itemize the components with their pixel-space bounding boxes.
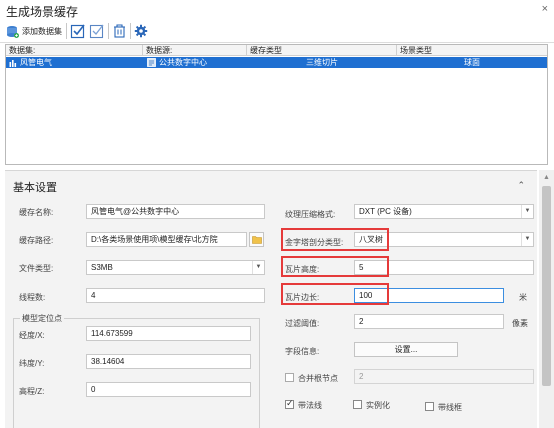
with-normal-checkbox[interactable] [285,398,294,409]
table-header: 数据集: 数据源: 缓存类型 场景类型 [6,45,547,56]
file-type-select[interactable]: S3MB ▼ [86,260,265,275]
panel-scrollbar[interactable]: ▲ [539,170,554,428]
cache-path-label: 缓存路径: [19,236,54,245]
thread-count-input[interactable]: 4 [86,288,265,303]
trash-icon [114,24,125,38]
tile-height-input[interactable]: 5 [354,260,534,275]
column-header-dataset[interactable]: 数据集: [6,45,143,56]
folder-icon [251,236,262,244]
toolbar: 添加数据集 [0,19,554,43]
latitude-label: 纬度/Y: [19,359,45,368]
window-title: 生成场景缓存 [6,5,79,19]
instancing-label: 实例化 [366,401,390,410]
close-button[interactable]: × [542,3,548,15]
column-header-datasource[interactable]: 数据源: [143,45,247,56]
with-normal-label: 带法线 [298,401,322,410]
longitude-input[interactable]: 114.673599 [86,326,251,341]
cache-name-input[interactable]: 风管电气@公共数字中心 [86,204,265,219]
scroll-up-icon[interactable]: ▲ [543,174,550,181]
scroll-thumb[interactable] [542,186,551,386]
select-all-button[interactable] [70,22,86,40]
model-dataset-icon [9,59,17,67]
texture-compression-label: 纹理压缩格式: [285,210,336,219]
check-invert-icon [89,24,104,39]
filter-threshold-input[interactable]: 2 [354,314,504,329]
collapse-icon[interactable]: ⌃ [517,180,525,191]
chevron-down-icon[interactable]: ▼ [252,261,264,274]
thread-count-label: 线程数: [19,293,46,302]
elevation-input[interactable]: 0 [86,382,251,397]
longitude-label: 经度/X: [19,331,45,340]
settings-button[interactable] [134,22,148,40]
merge-root-label: 合并根节点 [298,374,338,383]
with-wireframe-label: 带线框 [438,403,462,412]
add-dataset-label: 添加数据集 [22,26,62,36]
panel-title: 基本设置 [13,182,57,194]
pyramid-split-value: 八叉树 [359,235,383,244]
browse-folder-button[interactable] [249,232,264,247]
chevron-down-icon[interactable]: ▼ [521,233,533,246]
title-bar: 生成场景缓存 × [0,0,554,19]
cache-path-input[interactable]: D:\各类场景使用项\模型缓存\北方院 [86,232,247,247]
field-info-label: 字段信息: [285,347,320,356]
cell-scene-type: 球面 [464,58,480,67]
gear-icon [134,24,148,38]
cell-cache-type: 三维切片 [306,58,338,67]
tile-side-unit: 米 [519,293,527,302]
with-wireframe-checkbox[interactable] [425,402,434,411]
texture-compression-value: DXT (PC 设备) [359,207,412,216]
instancing-checkbox[interactable] [353,400,362,409]
dataset-name: 风管电气 [20,58,52,67]
column-header-cache-type[interactable]: 缓存类型 [247,45,397,56]
file-type-label: 文件类型: [19,264,54,273]
tile-side-label: 瓦片边长: [285,293,320,302]
dataset-table: 数据集: 数据源: 缓存类型 场景类型 风管电气 公共数字中心 三维切片 球面 [5,44,548,165]
file-type-value: S3MB [91,263,113,272]
check-all-icon [70,24,85,39]
delete-button[interactable] [112,22,127,40]
toolbar-divider [66,23,67,39]
pyramid-split-select[interactable]: 八叉树 ▼ [354,232,534,247]
chevron-down-icon[interactable]: ▼ [521,205,533,218]
toolbar-divider [108,23,109,39]
cell-dataset: 风管电气 [9,57,143,68]
cache-name-label: 缓存名称: [19,208,54,217]
datasource-name: 公共数字中心 [159,58,207,67]
datasource-icon [147,58,156,67]
tile-height-label: 瓦片高度: [285,265,320,274]
elevation-label: 高程/Z: [19,387,45,396]
add-dataset-button[interactable]: 添加数据集 [6,22,62,40]
toolbar-divider [130,23,131,39]
texture-compression-select[interactable]: DXT (PC 设备) ▼ [354,204,534,219]
filter-threshold-unit: 像素 [512,319,528,328]
latitude-input[interactable]: 38.14604 [86,354,251,369]
merge-root-input[interactable]: 2 [354,369,534,384]
database-add-icon [7,25,19,38]
merge-root-checkbox[interactable] [285,373,294,382]
invert-select-button[interactable] [89,22,105,40]
anchor-point-group-label: 模型定位点 [20,313,64,324]
column-header-scene-type[interactable]: 场景类型 [397,45,547,56]
pyramid-split-label: 金字塔剖分类型: [285,238,344,247]
table-row[interactable]: 风管电气 公共数字中心 三维切片 球面 [6,57,547,68]
field-settings-button[interactable]: 设置... [354,342,458,357]
cell-datasource: 公共数字中心 [147,57,247,68]
filter-threshold-label: 过滤阈值: [285,319,320,328]
tile-side-input[interactable]: 100 [354,288,504,303]
